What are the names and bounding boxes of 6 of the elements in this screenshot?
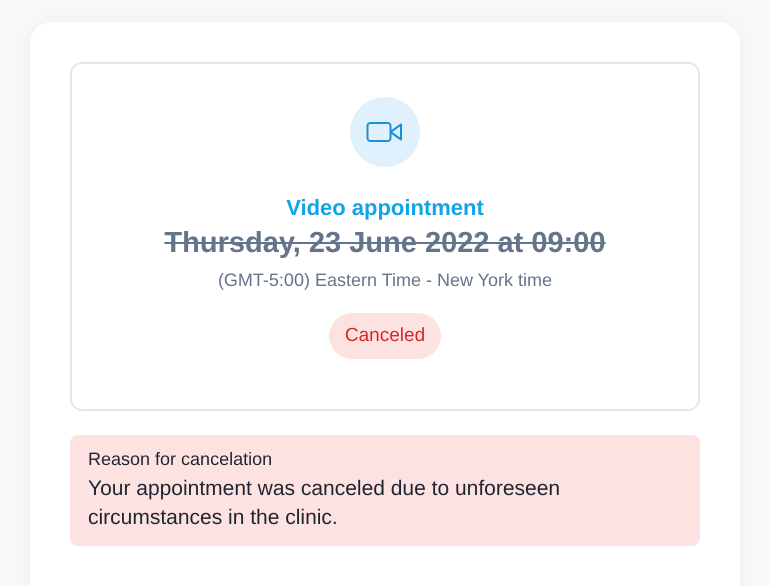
reason-text: Your appointment was canceled due to unforeseen circumstances in the clinic. <box>88 476 562 531</box>
status-badge: Canceled <box>328 313 442 359</box>
reason-heading: Reason for cancelation <box>88 449 274 470</box>
timezone: (GMT-5:00) Eastern Time - New York time <box>218 270 552 291</box>
appointment-type: Video appointment <box>286 195 484 221</box>
appointment-date: Thursday, 23 June 2022 at 09:00 <box>164 227 606 260</box>
